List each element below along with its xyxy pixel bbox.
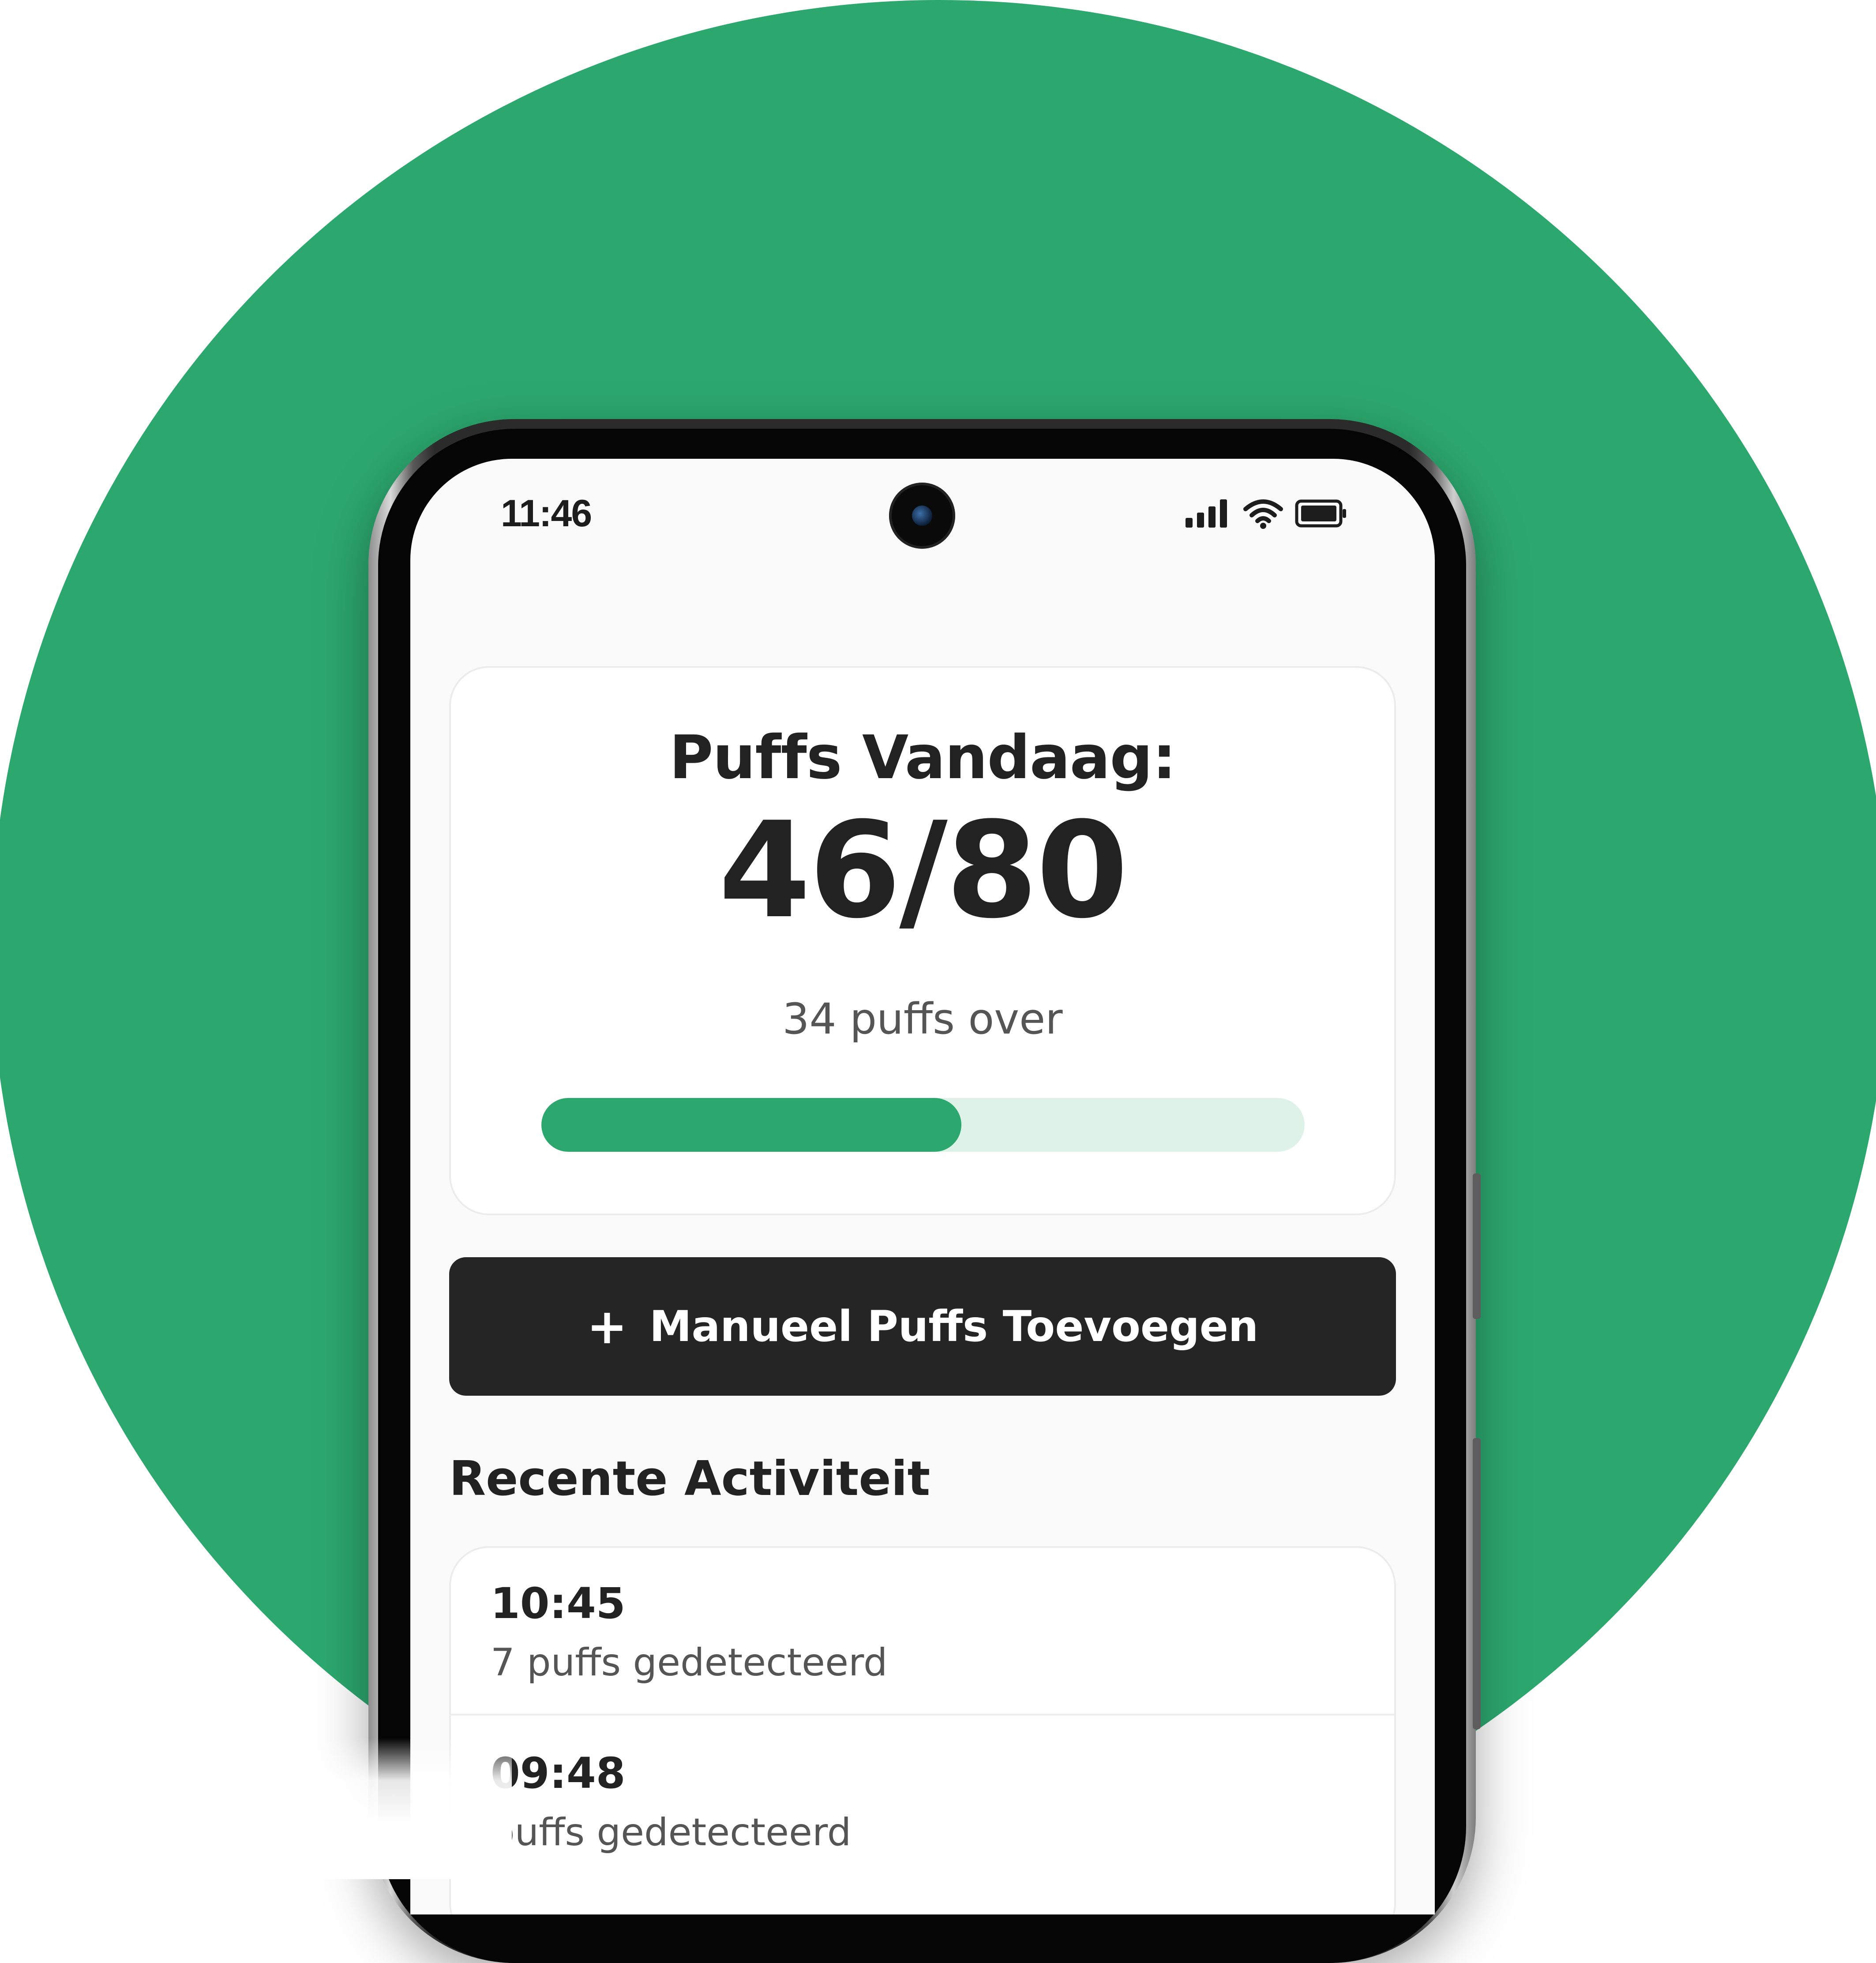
counter-title: Puffs Vandaag: xyxy=(669,723,1176,793)
signal-bars-icon xyxy=(1186,499,1227,528)
activity-description: 7 puffs gedetecteerd xyxy=(491,1641,888,1685)
status-icons xyxy=(1185,498,1346,533)
status-time: 11:46 xyxy=(501,492,592,535)
volume-button xyxy=(1473,1173,1481,1319)
battery-icon xyxy=(1295,499,1346,528)
power-button xyxy=(1473,1438,1481,1729)
add-puffs-label: Manueel Puffs Toevoegen xyxy=(649,1302,1259,1351)
recent-activity-list: 10:45 7 puffs gedetecteerd 09:48 puffs g… xyxy=(449,1546,1396,1914)
progress-bar xyxy=(541,1098,1305,1152)
activity-time: 09:48 xyxy=(491,1749,626,1798)
activity-time: 10:45 xyxy=(491,1579,626,1628)
activity-description: puffs gedetecteerd xyxy=(491,1810,852,1854)
list-item[interactable]: 10:45 7 puffs gedetecteerd xyxy=(451,1548,1394,1716)
wifi-icon xyxy=(1243,499,1283,529)
front-camera xyxy=(889,483,955,549)
progress-bar-fill xyxy=(541,1098,961,1152)
puff-counter-card: Puffs Vandaag: 46/80 34 puffs over xyxy=(449,666,1396,1215)
recent-activity-heading: Recente Activiteit xyxy=(449,1451,930,1506)
list-item[interactable]: 09:48 puffs gedetecteerd xyxy=(451,1718,1394,1885)
phone-screen: 11:46 Puffs Vandaag: 46/80 34 puffs over… xyxy=(410,459,1435,1914)
counter-value: 46/80 xyxy=(718,794,1129,948)
counter-remaining: 34 puffs over xyxy=(782,994,1063,1044)
add-puffs-button[interactable]: + Manueel Puffs Toevoegen xyxy=(449,1257,1396,1396)
status-bar: 11:46 xyxy=(410,459,1435,573)
plus-icon: + xyxy=(586,1298,627,1355)
